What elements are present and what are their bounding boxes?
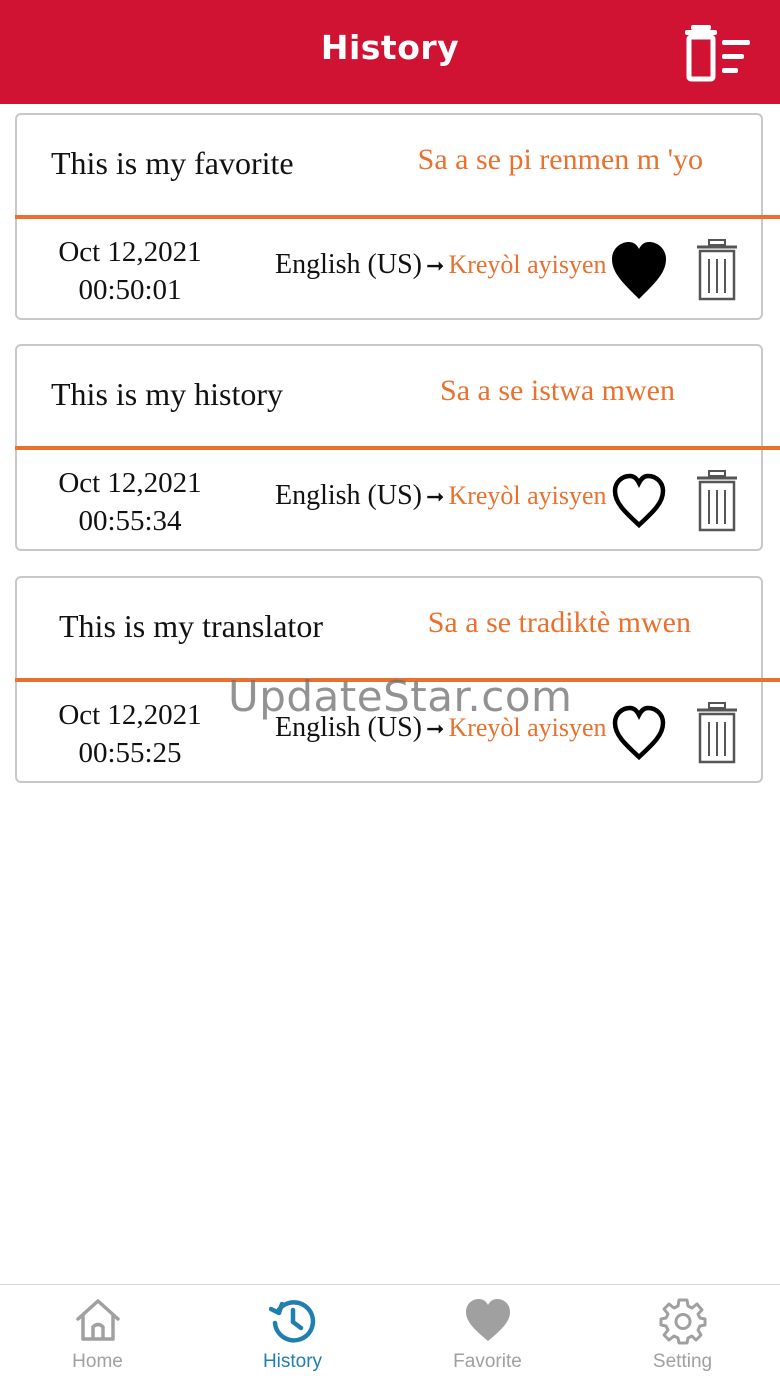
tab-label: Setting bbox=[652, 1351, 713, 1372]
tab-label: Favorite bbox=[453, 1351, 522, 1372]
favorite-toggle[interactable] bbox=[609, 470, 669, 534]
tab-label: History bbox=[262, 1351, 323, 1372]
heart-outline-icon bbox=[612, 705, 666, 761]
divider bbox=[15, 678, 780, 682]
clear-history-button[interactable] bbox=[682, 24, 758, 84]
source-text: This is my translator bbox=[59, 608, 323, 644]
favorite-toggle[interactable] bbox=[609, 702, 669, 766]
entry-timestamp: Oct 12,2021 00:55:34 bbox=[57, 464, 203, 540]
trash-icon bbox=[697, 239, 737, 301]
source-language: English (US) bbox=[275, 480, 422, 511]
trash-icon bbox=[697, 702, 737, 764]
tab-setting[interactable]: Setting bbox=[585, 1285, 780, 1388]
entry-time: 00:50:01 bbox=[78, 274, 182, 306]
tab-favorite[interactable]: Favorite bbox=[390, 1285, 585, 1388]
app-header: History bbox=[0, 0, 780, 104]
entry-time: 00:55:25 bbox=[78, 737, 182, 769]
bottom-tab-bar: Home History Favorite Setting bbox=[0, 1284, 780, 1388]
source-text: This is my history bbox=[51, 376, 284, 412]
clear-history-icon bbox=[685, 25, 750, 82]
source-text: This is my favorite bbox=[51, 145, 294, 181]
trash-icon bbox=[697, 470, 737, 532]
delete-entry-button[interactable] bbox=[695, 239, 739, 301]
history-entry[interactable]: This is my favorite Sa a se pi renmen m … bbox=[15, 113, 780, 320]
target-language: Kreyòl ayisyen bbox=[448, 713, 607, 742]
arrow-right-icon: ➞ bbox=[426, 484, 445, 509]
target-language: Kreyòl ayisyen bbox=[448, 250, 607, 279]
history-entry[interactable]: This is my translator Sa a se tradiktè m… bbox=[15, 576, 780, 783]
arrow-right-icon: ➞ bbox=[426, 716, 445, 741]
tab-history[interactable]: History bbox=[195, 1285, 390, 1388]
delete-entry-button[interactable] bbox=[695, 702, 739, 764]
target-language: Kreyòl ayisyen bbox=[448, 481, 607, 510]
translated-text: Sa a se istwa mwen bbox=[440, 374, 675, 407]
entry-date: Oct 12,2021 bbox=[58, 699, 202, 731]
gear-icon bbox=[659, 1298, 707, 1345]
divider bbox=[15, 215, 780, 219]
tab-label: Home bbox=[72, 1351, 123, 1372]
language-pair: English (US) ➞ Kreyòl ayisyen bbox=[275, 712, 607, 744]
translated-text: Sa a se tradiktè mwen bbox=[427, 606, 691, 639]
source-language: English (US) bbox=[275, 712, 422, 743]
history-icon bbox=[269, 1300, 316, 1343]
tab-home[interactable]: Home bbox=[0, 1285, 195, 1388]
heart-outline-icon bbox=[612, 473, 666, 529]
entry-date: Oct 12,2021 bbox=[58, 236, 202, 268]
heart-filled-icon bbox=[612, 242, 666, 299]
source-language: English (US) bbox=[275, 249, 422, 280]
delete-entry-button[interactable] bbox=[695, 470, 739, 532]
favorite-toggle[interactable] bbox=[609, 239, 669, 303]
home-icon bbox=[76, 1299, 120, 1341]
language-pair: English (US) ➞ Kreyòl ayisyen bbox=[275, 480, 607, 512]
entry-timestamp: Oct 12,2021 00:50:01 bbox=[57, 233, 203, 309]
page-title: History bbox=[320, 28, 460, 67]
entry-date: Oct 12,2021 bbox=[58, 467, 202, 499]
arrow-right-icon: ➞ bbox=[426, 253, 445, 278]
entry-time: 00:55:34 bbox=[78, 505, 182, 537]
language-pair: English (US) ➞ Kreyòl ayisyen bbox=[275, 249, 607, 281]
history-entry[interactable]: This is my history Sa a se istwa mwen Oc… bbox=[15, 344, 780, 551]
entry-timestamp: Oct 12,2021 00:55:25 bbox=[57, 696, 203, 772]
heart-icon bbox=[466, 1299, 510, 1341]
divider bbox=[15, 446, 780, 450]
translated-text: Sa a se pi renmen m 'yo bbox=[417, 143, 703, 176]
